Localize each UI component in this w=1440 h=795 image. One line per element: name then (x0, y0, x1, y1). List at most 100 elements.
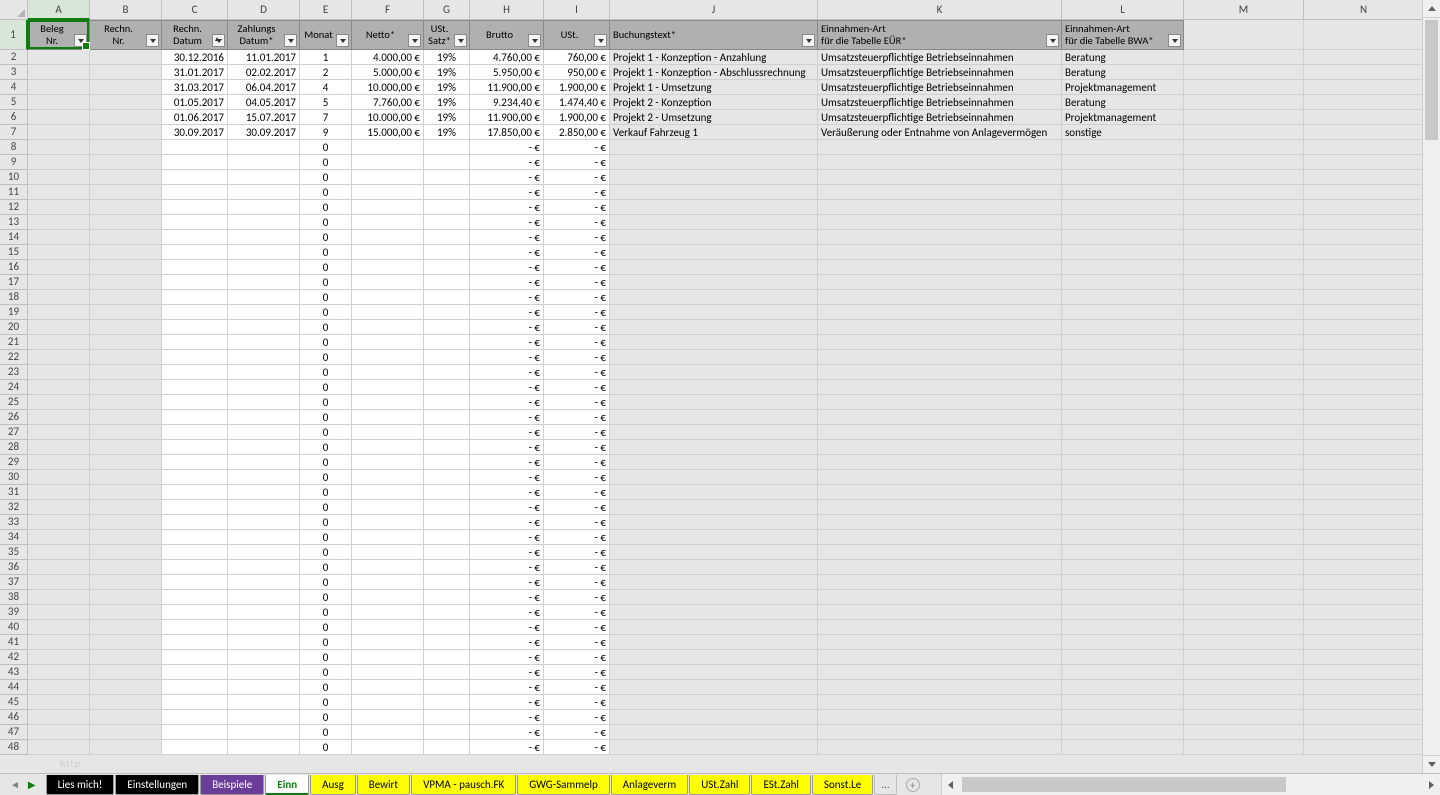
cell[interactable]: - € (470, 545, 544, 560)
cell[interactable] (1062, 140, 1184, 155)
cell[interactable] (818, 560, 1062, 575)
cell[interactable] (1062, 290, 1184, 305)
horizontal-scrollbar[interactable] (941, 774, 1440, 795)
cell[interactable]: 0 (300, 215, 352, 230)
cell[interactable] (1304, 725, 1422, 740)
cell[interactable]: - € (544, 140, 610, 155)
cell[interactable] (228, 200, 300, 215)
cell[interactable] (424, 575, 470, 590)
cell[interactable]: - € (544, 185, 610, 200)
cell[interactable] (228, 635, 300, 650)
cell[interactable]: - € (544, 440, 610, 455)
cell[interactable] (1304, 365, 1422, 380)
column-header-C[interactable]: C (162, 0, 228, 20)
cell[interactable] (228, 335, 300, 350)
cell[interactable] (162, 275, 228, 290)
cell[interactable]: Projekt 2 - Umsetzung (610, 110, 818, 125)
column-header-H[interactable]: H (470, 0, 544, 20)
cell[interactable] (28, 95, 90, 110)
row-header-6[interactable]: 6 (0, 110, 28, 125)
row-header-13[interactable]: 13 (0, 215, 28, 230)
cell[interactable]: - € (470, 470, 544, 485)
cell[interactable] (818, 620, 1062, 635)
cell[interactable] (818, 365, 1062, 380)
cell[interactable] (90, 650, 162, 665)
cell[interactable] (90, 140, 162, 155)
cell[interactable]: - € (470, 350, 544, 365)
filter-button-F[interactable] (408, 34, 421, 47)
cell[interactable] (228, 305, 300, 320)
cell[interactable] (610, 560, 818, 575)
cell[interactable] (352, 560, 424, 575)
scroll-up-button[interactable] (1423, 0, 1440, 18)
cell[interactable]: 19% (424, 110, 470, 125)
cell[interactable] (424, 200, 470, 215)
cell[interactable] (1304, 80, 1422, 95)
cell[interactable] (1184, 455, 1304, 470)
sheet-tab-ausg[interactable]: Ausg (310, 775, 356, 795)
cell[interactable] (228, 665, 300, 680)
cell[interactable] (1062, 200, 1184, 215)
cell[interactable] (424, 455, 470, 470)
cell[interactable] (1062, 305, 1184, 320)
tab-nav-prev-icon[interactable]: ◄ (10, 778, 20, 791)
cell[interactable]: 06.04.2017 (228, 80, 300, 95)
row-header-9[interactable]: 9 (0, 155, 28, 170)
cell[interactable] (610, 320, 818, 335)
cell[interactable] (818, 650, 1062, 665)
cell[interactable] (90, 155, 162, 170)
cell[interactable]: 0 (300, 260, 352, 275)
cell[interactable] (28, 560, 90, 575)
cell[interactable] (818, 290, 1062, 305)
row-header-23[interactable]: 23 (0, 365, 28, 380)
cell[interactable]: - € (544, 590, 610, 605)
cell[interactable] (28, 680, 90, 695)
cell[interactable]: - € (470, 185, 544, 200)
cell[interactable]: - € (544, 560, 610, 575)
scroll-left-button[interactable] (942, 774, 960, 795)
cell[interactable] (228, 725, 300, 740)
cell[interactable] (610, 440, 818, 455)
cell[interactable] (352, 740, 424, 755)
table-header-N[interactable] (1304, 20, 1422, 50)
cell[interactable]: - € (470, 365, 544, 380)
column-header-D[interactable]: D (228, 0, 300, 20)
cell[interactable]: - € (470, 485, 544, 500)
cell[interactable] (1304, 260, 1422, 275)
cell[interactable] (610, 455, 818, 470)
cell[interactable] (162, 305, 228, 320)
sheet-tab-bewirt[interactable]: Bewirt (357, 775, 410, 795)
cell[interactable]: 0 (300, 380, 352, 395)
row-header-20[interactable]: 20 (0, 320, 28, 335)
cell[interactable] (1184, 545, 1304, 560)
cell[interactable]: Umsatzsteuerpflichtige Betriebseinnahmen (818, 80, 1062, 95)
cell[interactable]: 0 (300, 350, 352, 365)
filter-button-L[interactable] (1168, 34, 1181, 47)
cell[interactable] (162, 560, 228, 575)
cell[interactable] (28, 725, 90, 740)
sheet-tab-beispiele[interactable]: Beispiele (200, 775, 264, 795)
cell[interactable] (90, 425, 162, 440)
cell[interactable] (424, 695, 470, 710)
cell[interactable] (424, 380, 470, 395)
sheet-tab-more[interactable]: ... (874, 775, 896, 795)
cell[interactable] (228, 140, 300, 155)
cell[interactable] (28, 320, 90, 335)
cell[interactable] (352, 230, 424, 245)
filter-button-J[interactable] (802, 34, 815, 47)
cell[interactable] (228, 560, 300, 575)
cell[interactable]: - € (470, 380, 544, 395)
cell[interactable] (1304, 95, 1422, 110)
cell[interactable]: - € (470, 455, 544, 470)
cell[interactable] (352, 665, 424, 680)
select-all-corner[interactable] (0, 0, 28, 20)
cell[interactable] (1062, 320, 1184, 335)
row-header-4[interactable]: 4 (0, 80, 28, 95)
cell[interactable] (352, 500, 424, 515)
cell[interactable] (28, 380, 90, 395)
cell[interactable]: 4 (300, 80, 352, 95)
column-header-G[interactable]: G (424, 0, 470, 20)
cell[interactable]: 0 (300, 650, 352, 665)
cell[interactable] (1062, 365, 1184, 380)
scroll-down-button[interactable] (1423, 755, 1440, 773)
